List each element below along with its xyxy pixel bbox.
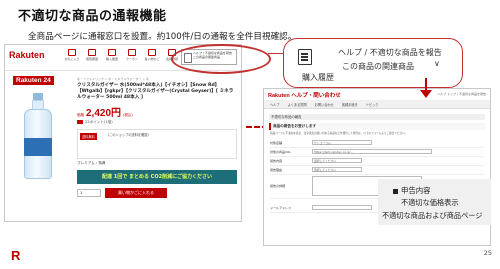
help-nav-item[interactable]: お問い合わせ (315, 102, 334, 107)
coupon-icon (128, 49, 136, 56)
form-label: 報告内容 (270, 158, 283, 163)
help-page-header: Rakuten ヘルプ・問い合わせ ヘルプ トップ | 不適切な商品を報告 (264, 89, 490, 101)
email-field[interactable] (312, 205, 372, 211)
help-nav-item[interactable]: よくある質問 (288, 102, 307, 107)
product-name: クリスタルガイザー 水(500ml*48本入)【イチオシ】【Snow Rd】【W… (77, 83, 234, 100)
favorites-nav[interactable]: お気に入り (65, 49, 80, 61)
help-nav-item[interactable]: トピック (366, 102, 379, 107)
slide-title: 不適切な商品の通報機能 (18, 9, 167, 24)
help-logo[interactable]: Rakuten ヘルプ・問い合わせ (268, 91, 341, 99)
oval-connector-line (268, 53, 284, 54)
quantity-input[interactable]: 1 (77, 188, 101, 197)
form-label: 対象の商品URL (270, 149, 291, 154)
down-arrow-icon (420, 90, 432, 98)
history-icon (88, 49, 96, 56)
highlight-oval (171, 44, 271, 74)
add-to-cart-button[interactable]: 買い物かごに入れる (105, 187, 167, 198)
form-row-shop: 対象店舗 ケンコーコム (270, 139, 484, 148)
slide-subtitle: 全商品ページに通報窓口を設置。約100件/日の通報を全件目視確認。 (28, 32, 297, 42)
callout-purchase-history[interactable]: 購入履歴 (302, 72, 334, 83)
quantity-row: 1 買い物かごに入れる (77, 187, 237, 198)
price-tax-note: (税込) (123, 112, 133, 117)
help-nav-item[interactable]: 各種手続き (342, 102, 358, 107)
shipping-link[interactable]: (このショップの送料を確認) (108, 133, 149, 138)
report-content-item: 不適切な価格表示 (401, 198, 459, 207)
free-shipping-badge: 送料無料 (80, 132, 97, 140)
url-field[interactable]: https://item.rakuten.co.jp/... (312, 149, 432, 155)
form-description: 商品ページに不適切な表示、法令違反の疑いがある商品などを発見した場合は、以下のフ… (270, 132, 408, 135)
breadcrumb[interactable]: 水・ソフトドリンク > 水・ミネラルウォーター > 水 (77, 77, 237, 81)
product-price: 2,420円 (86, 107, 122, 119)
page-number: 25 (483, 249, 492, 257)
shop-brand-badge[interactable]: Rakuten 24 (13, 76, 54, 85)
shipping-box: 送料無料 (このショップの送料を確認) (77, 128, 237, 159)
premium-text: プレミアム・特典 (77, 160, 106, 165)
cart-nav[interactable]: 買い物かご (145, 49, 160, 61)
form-label: 報告の詳細 (270, 184, 286, 189)
callout-report-link[interactable]: ヘルプ / 不適切な商品を報告 (338, 47, 442, 58)
heart-icon (68, 49, 76, 56)
purchase-history-nav[interactable]: 購入履歴 (105, 49, 119, 61)
form-label: 対象店舗 (270, 140, 283, 145)
price-lead: 価格 (77, 112, 84, 117)
header-links[interactable]: ヘルプ トップ | 不適切な商品を報告 (437, 92, 486, 96)
report-content-item: 不適切な商品および商品ページ (382, 211, 483, 220)
chevron-down-icon: ∨ (434, 59, 440, 68)
form-row-reason: 報告理由 選択してください (270, 166, 484, 175)
receipt-icon (108, 49, 116, 56)
form-heading: 商品の報告をお受けします (269, 123, 485, 130)
form-label: 報告理由 (270, 167, 283, 172)
report-type-select[interactable]: 選択してください (312, 158, 362, 164)
points-info: 22ポイント(1倍) (77, 120, 237, 125)
product-image[interactable] (21, 93, 55, 179)
help-nav-item[interactable]: ヘルプ (270, 102, 280, 107)
help-nav: ヘルプ よくある質問 お問い合わせ 各種手続き トピック (264, 101, 490, 109)
product-info: 水・ソフトドリンク > 水・ミネラルウォーター > 水 クリスタルガイザー 水(… (77, 77, 237, 198)
report-content-box: 申告内容 不適切な価格表示 不適切な商品および商品ページ (378, 179, 491, 225)
price-row: 価格 2,420円 (税込) (77, 104, 237, 119)
shop-field[interactable]: ケンコーコム (312, 140, 372, 146)
rakuten-logo[interactable]: Rakuten (9, 50, 45, 60)
rakuten-r-logo: R (11, 248, 21, 263)
header-icon-bar: お気に入り 閲覧履歴 購入履歴 クーポン 買い物かご 会員登録 (65, 49, 179, 61)
form-label: メールアドレス (270, 205, 292, 210)
report-reason-select[interactable]: 選択してください (312, 167, 362, 173)
co2-banner[interactable]: 配達 1回で まとめる CO2削減にご協力ください (77, 169, 237, 184)
form-row-type: 報告内容 選択してください (270, 157, 484, 166)
cart-icon (148, 49, 156, 56)
document-icon (298, 49, 312, 65)
form-row-url: 対象の商品URL https://item.rakuten.co.jp/... (270, 148, 484, 157)
section-label: 不適切な商品の報告 (269, 114, 485, 120)
coupon-nav[interactable]: クーポン (125, 49, 139, 61)
history-nav[interactable]: 閲覧履歴 (85, 49, 99, 61)
report-content-title: 申告内容 (393, 185, 431, 196)
report-link-callout: ヘルプ / 不適切な商品を報告 この商品の関連商品 ∨ 購入履歴 (283, 38, 463, 88)
